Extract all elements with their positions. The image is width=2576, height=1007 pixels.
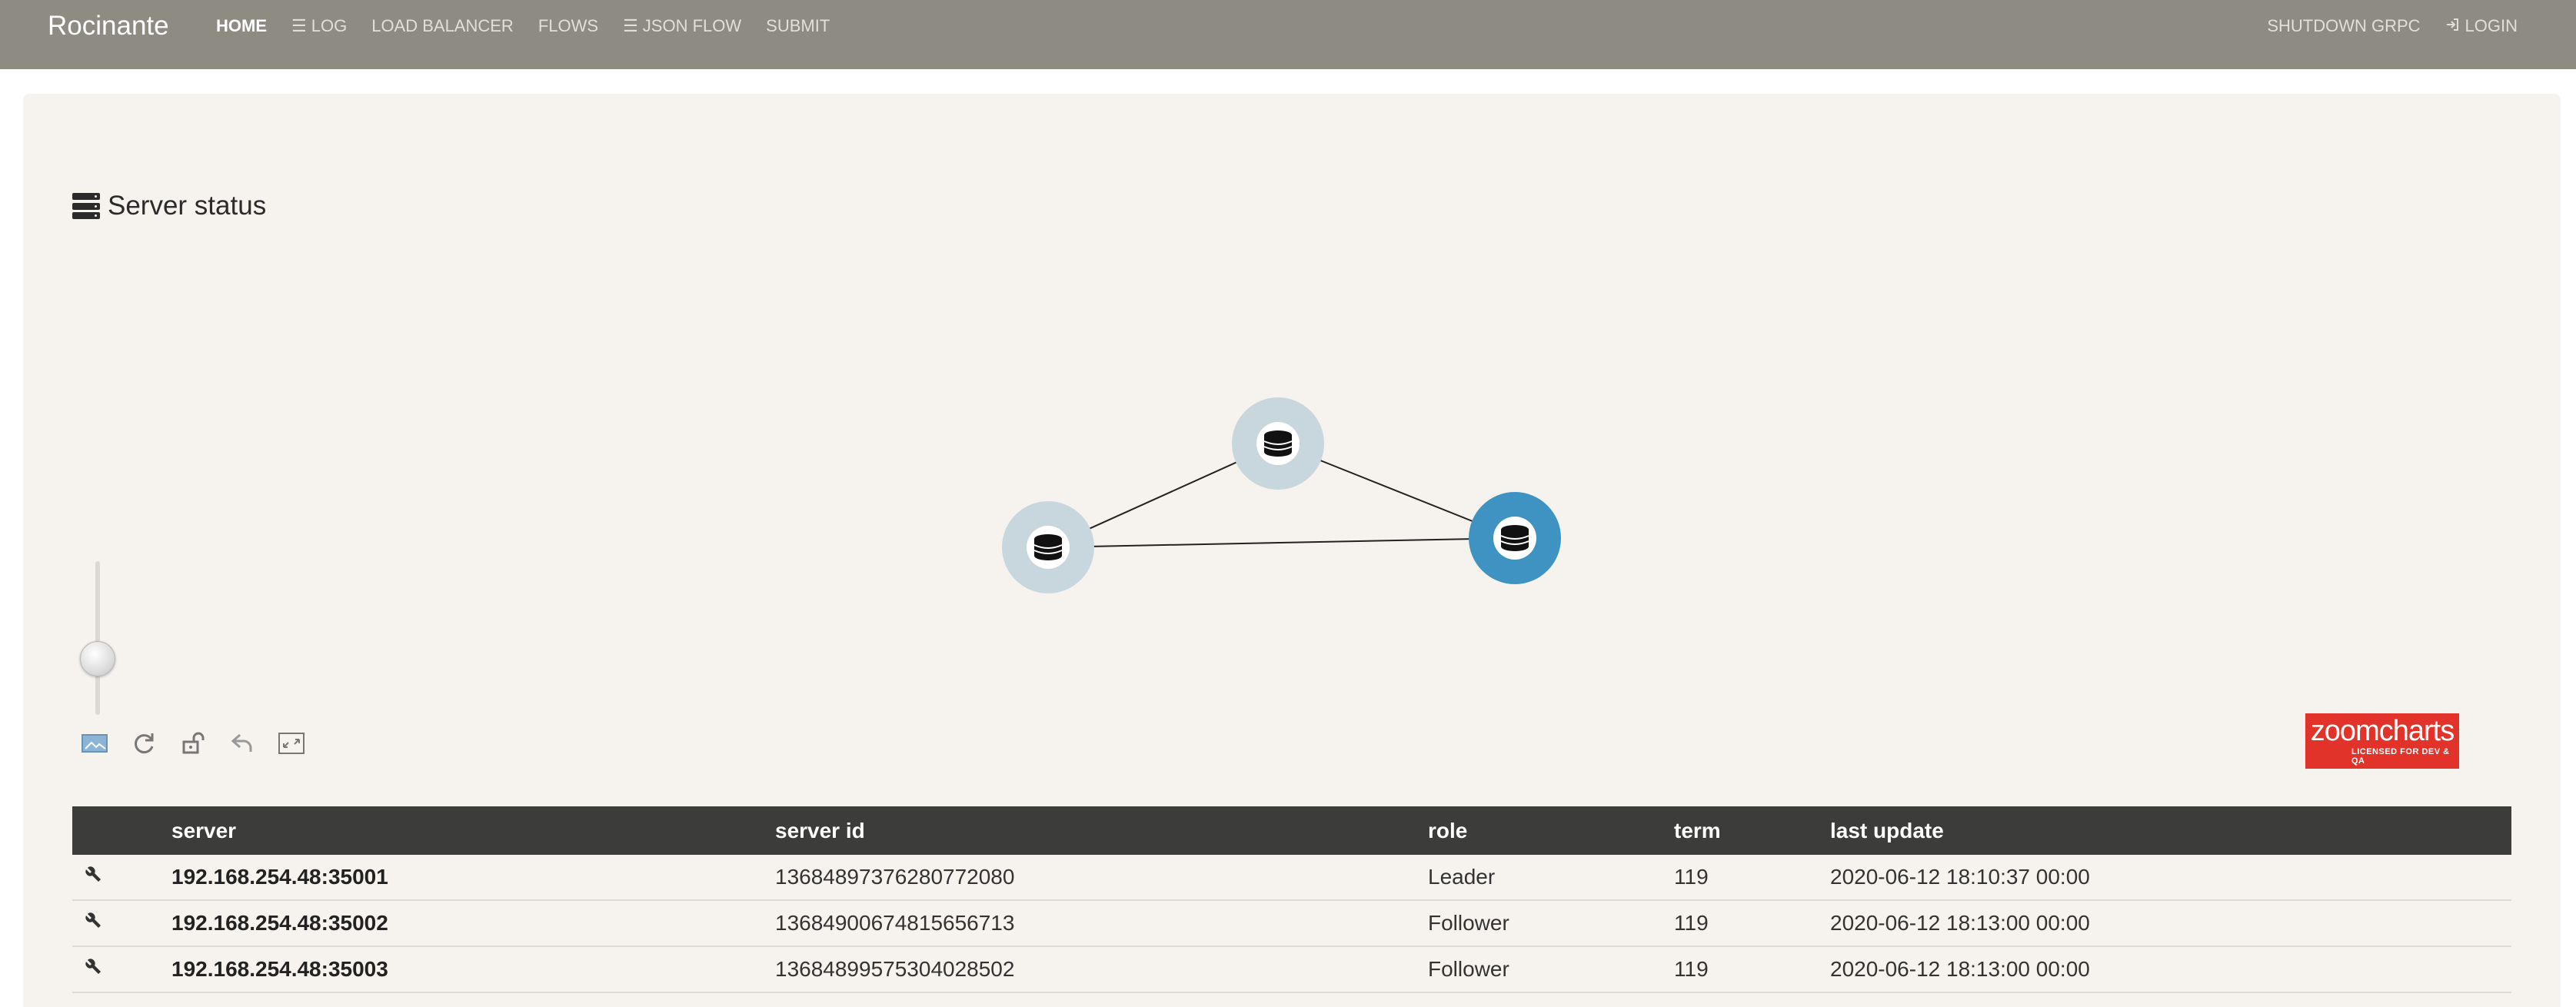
wrench-icon[interactable]: [83, 865, 103, 885]
header-last-update[interactable]: last update: [1830, 819, 2511, 843]
nav-shutdown-grpc[interactable]: SHUTDOWN GRPC: [2255, 17, 2432, 35]
list-icon: ☰: [291, 16, 307, 35]
zoom-slider-track[interactable]: [95, 561, 100, 715]
database-icon: [1263, 430, 1293, 457]
table-row[interactable]: 192.168.254.48:35003 1368489957530402850…: [72, 947, 2511, 993]
back-icon[interactable]: [228, 729, 257, 758]
table-row[interactable]: 192.168.254.48:35002 1368490067481565671…: [72, 901, 2511, 947]
cell-server-id: 13684900674815656713: [775, 911, 1015, 935]
nav-home-label: HOME: [216, 16, 267, 35]
nav-login-label: LOGIN: [2465, 16, 2518, 35]
nav-flows-label: FLOWS: [537, 16, 599, 35]
cell-term: 119: [1674, 865, 1709, 889]
graph-node-follower[interactable]: [1232, 397, 1324, 490]
table-row[interactable]: 192.168.254.48:35001 1368489737628077208…: [72, 855, 2511, 901]
database-icon: [1500, 525, 1529, 551]
cell-server-id: 13684899575304028502: [775, 957, 1015, 981]
cell-server: 192.168.254.48:35003: [171, 957, 388, 981]
cell-server: 192.168.254.48:35002: [171, 911, 388, 935]
header-server-id[interactable]: server id: [775, 819, 1428, 843]
cell-role: Follower: [1428, 957, 1509, 981]
nav-submit-label: SUBMIT: [766, 16, 830, 35]
wrench-icon[interactable]: [83, 957, 103, 977]
table-header: server server id role term last update: [72, 806, 2511, 855]
cell-term: 119: [1674, 957, 1709, 981]
nav-right: SHUTDOWN GRPC LOGIN: [2255, 17, 2530, 35]
server-table: server server id role term last update 1…: [72, 806, 2511, 993]
cell-last-update: 2020-06-12 18:13:00 00:00: [1830, 957, 2090, 981]
page-title: Server status: [108, 191, 267, 221]
server-stack-icon: [72, 193, 100, 219]
nav-log[interactable]: ☰ LOG: [279, 17, 359, 35]
graph-node-leader[interactable]: [1469, 492, 1561, 584]
unlock-icon[interactable]: [178, 729, 208, 758]
header-role[interactable]: role: [1428, 819, 1674, 843]
sign-in-icon: [2445, 17, 2461, 35]
cell-last-update: 2020-06-12 18:13:00 00:00: [1830, 911, 2090, 935]
nav-submit[interactable]: SUBMIT: [754, 17, 842, 35]
nav-login[interactable]: LOGIN: [2433, 17, 2530, 35]
header-server[interactable]: server: [171, 819, 775, 843]
cell-server-id: 13684897376280772080: [775, 865, 1015, 889]
zoomcharts-logo-sub: LICENSED FOR DEV & QA: [2351, 747, 2450, 766]
fullscreen-icon[interactable]: [277, 729, 306, 758]
nav-log-label: LOG: [311, 16, 348, 35]
header-term[interactable]: term: [1674, 819, 1830, 843]
cell-last-update: 2020-06-12 18:10:37 00:00: [1830, 865, 2090, 889]
database-icon: [1033, 534, 1063, 560]
nav-home[interactable]: HOME: [204, 17, 279, 35]
zoomcharts-logo-name: zoomcharts: [2310, 715, 2455, 747]
nav-json-flow-label: JSON FLOW: [642, 16, 742, 35]
zoomcharts-logo[interactable]: zoomcharts LICENSED FOR DEV & QA: [2305, 713, 2459, 769]
image-export-icon[interactable]: [80, 729, 109, 758]
nav-flows[interactable]: FLOWS: [526, 17, 611, 35]
nav-load-balancer[interactable]: LOAD BALANCER: [359, 17, 526, 35]
nav-load-balancer-label: LOAD BALANCER: [371, 16, 514, 35]
graph-toolbar: [80, 729, 306, 758]
panel-heading: Server status: [72, 191, 266, 221]
brand-logo[interactable]: Rocinante: [48, 11, 169, 42]
cell-role: Leader: [1428, 865, 1496, 889]
graph-node-follower[interactable]: [1002, 501, 1094, 593]
nav-shutdown-grpc-label: SHUTDOWN GRPC: [2267, 16, 2421, 35]
wrench-icon[interactable]: [83, 911, 103, 931]
nav-left: HOME ☰ LOG LOAD BALANCER FLOWS ☰ JSON FL…: [204, 17, 842, 35]
zoom-slider-handle[interactable]: [80, 641, 115, 676]
nav-json-flow[interactable]: ☰ JSON FLOW: [611, 17, 754, 35]
refresh-icon[interactable]: [129, 729, 158, 758]
top-navbar: Rocinante HOME ☰ LOG LOAD BALANCER FLOWS…: [0, 0, 2576, 69]
cell-term: 119: [1674, 911, 1709, 935]
cell-server: 192.168.254.48:35001: [171, 865, 388, 889]
list-icon: ☰: [623, 16, 638, 35]
cell-role: Follower: [1428, 911, 1509, 935]
